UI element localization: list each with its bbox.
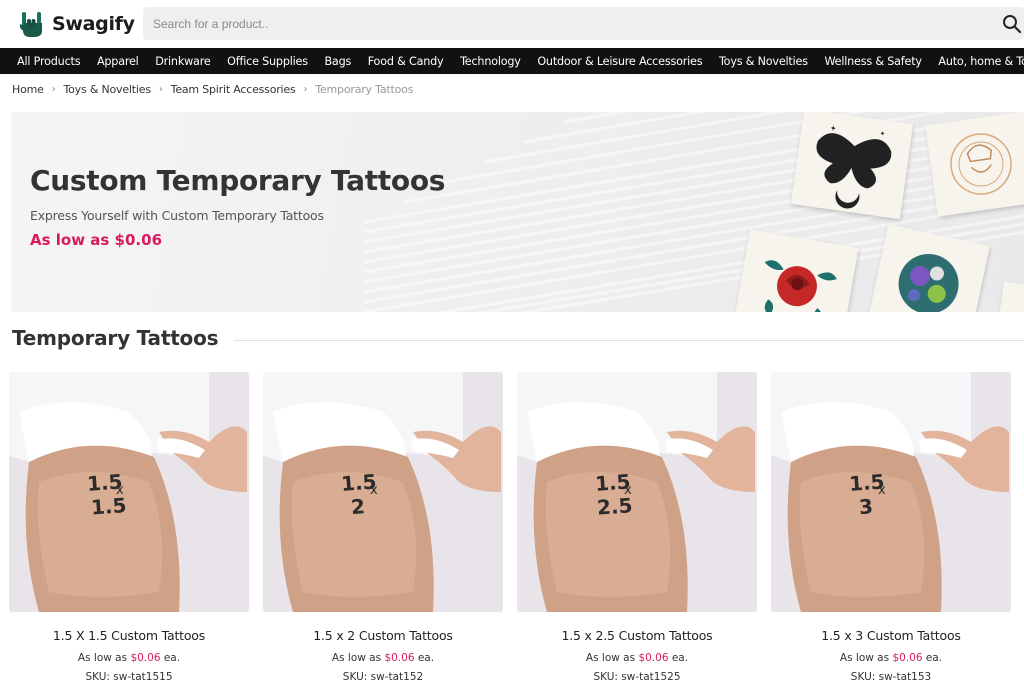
price-value: $0.06: [638, 652, 669, 664]
breadcrumb-team-spirit[interactable]: Team Spirit Accessories: [171, 83, 296, 96]
breadcrumb-home[interactable]: Home: [12, 83, 44, 96]
main-nav: All Products Apparel Drinkware Office Su…: [0, 48, 1024, 74]
tattoo-bottom: 2: [350, 494, 366, 519]
product-image[interactable]: 1.5 x 3: [771, 372, 1011, 612]
tattoo-x: x: [370, 483, 378, 498]
nav-item-drinkware[interactable]: Drinkware: [147, 55, 219, 68]
tattoo-bottom: 1.5: [90, 493, 127, 519]
breadcrumb: Home › Toys & Novelties › Team Spirit Ac…: [12, 82, 413, 96]
nav-item-office-supplies[interactable]: Office Supplies: [219, 55, 316, 68]
product-price: As low as $0.06 ea.: [263, 652, 503, 664]
product-sku: SKU: sw-tat153: [850, 671, 932, 683]
product-sku: SKU: sw-tat1515: [85, 671, 173, 683]
product-card[interactable]: 1.5 x 2 1.5 x 2 Custom Tattoos As low as…: [263, 372, 503, 683]
price-prefix: As low as: [585, 652, 636, 664]
product-price: As low as $0.06 ea.: [9, 652, 249, 664]
nav-item-apparel[interactable]: Apparel: [89, 55, 147, 68]
price-suffix: ea.: [671, 652, 689, 664]
product-image[interactable]: 1.5 x 1.5: [9, 372, 249, 612]
product-card[interactable]: 1.5 x 1.5 1.5 X 1.5 Custom Tattoos As lo…: [9, 372, 249, 683]
nav-item-outdoor-leisure[interactable]: Outdoor & Leisure Accessories: [529, 55, 711, 68]
hero-price: As low as $0.06: [30, 231, 163, 249]
moth-tattoo-sample: ✦ ✦: [790, 112, 914, 220]
breadcrumb-current: Temporary Tattoos: [315, 82, 414, 96]
brand-name: Swagify: [52, 13, 135, 35]
hero-banner: Custom Temporary Tattoos Express Yoursel…: [11, 112, 1024, 312]
product-name[interactable]: 1.5 X 1.5 Custom Tattoos: [9, 628, 249, 643]
svg-text:✦: ✦: [879, 130, 886, 139]
breadcrumb-toys-novelties[interactable]: Toys & Novelties: [64, 83, 152, 96]
product-card[interactable]: 1.5 x 3 1.5 x 3 Custom Tattoos As low as…: [771, 372, 1011, 683]
hero-title: Custom Temporary Tattoos: [30, 164, 446, 197]
product-sku: SKU: sw-tat1525: [593, 671, 681, 683]
price-suffix: ea.: [925, 652, 943, 664]
search-bar: [143, 7, 1024, 40]
partial-tattoo-sample: [998, 281, 1024, 312]
price-prefix: As low as: [331, 652, 382, 664]
search-input[interactable]: [153, 7, 973, 40]
breadcrumb-separator: ›: [303, 83, 308, 95]
price-value: $0.06: [892, 652, 923, 664]
site-header: Swagify: [0, 0, 1024, 48]
product-name[interactable]: 1.5 x 2 Custom Tattoos: [263, 628, 503, 643]
hand-horns-icon: [19, 12, 42, 37]
product-card[interactable]: 1.5 x 2.5 1.5 x 2.5 Custom Tattoos As lo…: [517, 372, 757, 683]
svg-text:✦: ✦: [829, 124, 837, 134]
section-title: Temporary Tattoos: [12, 326, 219, 350]
nav-item-technology[interactable]: Technology: [452, 55, 529, 68]
nav-item-bags[interactable]: Bags: [316, 55, 359, 68]
section-divider: [234, 340, 1024, 341]
product-image[interactable]: 1.5 x 2.5: [517, 372, 757, 612]
price-suffix: ea.: [163, 652, 181, 664]
nav-item-toys-novelties[interactable]: Toys & Novelties: [711, 55, 817, 68]
tattoo-bottom: 2.5: [596, 493, 633, 519]
product-name[interactable]: 1.5 x 3 Custom Tattoos: [771, 628, 1011, 643]
product-price: As low as $0.06 ea.: [517, 652, 757, 664]
price-value: $0.06: [384, 652, 415, 664]
nav-item-auto-home-tools[interactable]: Auto, home & Tools: [930, 55, 1024, 68]
price-prefix: As low as: [839, 652, 890, 664]
product-name[interactable]: 1.5 x 2.5 Custom Tattoos: [517, 628, 757, 643]
chef-tattoo-sample: [925, 112, 1024, 217]
hero-subtitle: Express Yourself with Custom Temporary T…: [30, 208, 324, 223]
price-prefix: As low as: [77, 652, 128, 664]
price-value: $0.06: [130, 652, 161, 664]
product-image[interactable]: 1.5 x 2: [263, 372, 503, 612]
breadcrumb-separator: ›: [158, 83, 163, 95]
nav-item-food-candy[interactable]: Food & Candy: [359, 55, 451, 68]
product-price: As low as $0.06 ea.: [771, 652, 1011, 664]
search-icon[interactable]: [1002, 14, 1022, 34]
breadcrumb-separator: ›: [51, 83, 56, 95]
nav-item-wellness-safety[interactable]: Wellness & Safety: [816, 55, 930, 68]
tattoo-x: x: [878, 483, 886, 498]
nav-item-all-products[interactable]: All Products: [0, 55, 89, 68]
price-suffix: ea.: [417, 652, 435, 664]
tattoo-bottom: 3: [858, 494, 874, 519]
product-sku: SKU: sw-tat152: [342, 671, 424, 683]
logo[interactable]: Swagify: [18, 9, 135, 39]
